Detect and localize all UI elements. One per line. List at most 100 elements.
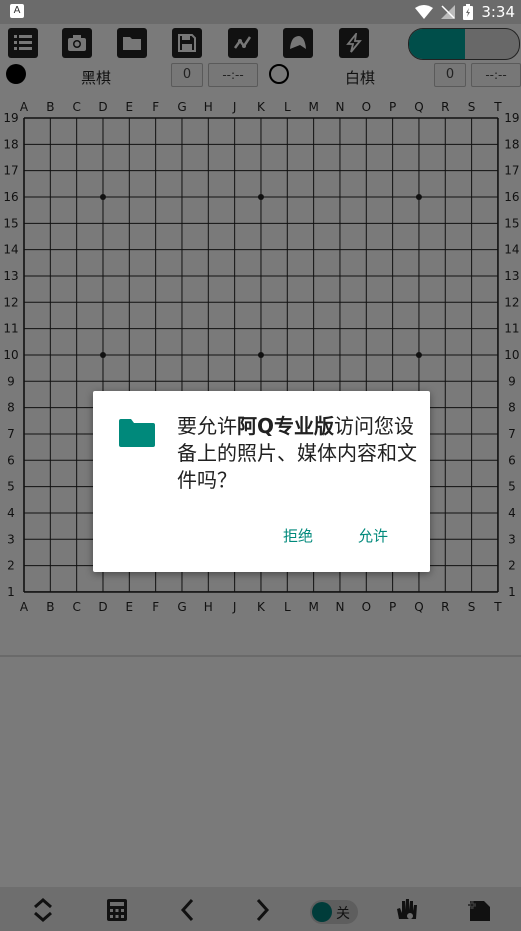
row-label-right: 19 bbox=[504, 111, 519, 125]
row-label-left: 4 bbox=[7, 506, 15, 520]
save-button[interactable] bbox=[172, 28, 202, 58]
mode-toggle[interactable] bbox=[408, 28, 520, 60]
switch-knob bbox=[312, 902, 332, 922]
expand-collapse-icon[interactable] bbox=[30, 897, 56, 923]
star-point bbox=[99, 351, 106, 358]
add-file-icon[interactable] bbox=[466, 897, 492, 923]
black-capture-count: 0 bbox=[171, 63, 203, 87]
star-point bbox=[99, 193, 106, 200]
row-label-right: 14 bbox=[504, 243, 519, 257]
row-label-right: 5 bbox=[508, 480, 516, 494]
column-label-top: E bbox=[126, 100, 134, 114]
permission-dialog: 要允许阿Q专业版访问您设备上的照片、媒体内容和文件吗？ 拒绝 允许 bbox=[93, 391, 430, 572]
row-label-left: 2 bbox=[7, 559, 15, 573]
toggle-fill bbox=[409, 29, 465, 59]
column-label-bottom: L bbox=[284, 600, 291, 614]
row-label-left: 10 bbox=[3, 348, 18, 362]
camera-icon bbox=[68, 35, 86, 51]
white-timer: --:-- bbox=[471, 63, 521, 87]
column-label-bottom: K bbox=[257, 600, 266, 614]
column-label-bottom: F bbox=[152, 600, 159, 614]
previous-icon[interactable] bbox=[175, 897, 201, 923]
row-label-right: 4 bbox=[508, 506, 516, 520]
row-label-left: 3 bbox=[7, 532, 15, 546]
column-label-top: N bbox=[335, 100, 344, 114]
row-label-right: 11 bbox=[504, 322, 519, 336]
on-off-switch[interactable]: 关 bbox=[310, 900, 358, 924]
clock: 3:34 bbox=[481, 3, 515, 21]
quick-button[interactable] bbox=[339, 28, 369, 58]
row-label-right: 18 bbox=[504, 137, 519, 151]
lightning-icon bbox=[346, 33, 362, 53]
save-icon bbox=[178, 34, 196, 52]
column-label-top: S bbox=[468, 100, 476, 114]
divider bbox=[0, 655, 521, 657]
star-point bbox=[257, 351, 264, 358]
row-label-left: 5 bbox=[7, 480, 15, 494]
white-capture-count: 0 bbox=[434, 63, 466, 87]
next-icon[interactable] bbox=[249, 897, 275, 923]
status-bar: A 3:34 bbox=[0, 0, 521, 24]
allow-button[interactable]: 允许 bbox=[358, 525, 388, 546]
app-name: 阿Q专业版 bbox=[237, 414, 335, 438]
row-label-right: 10 bbox=[504, 348, 519, 362]
column-label-top: D bbox=[98, 100, 107, 114]
column-label-bottom: Q bbox=[414, 600, 423, 614]
no-signal-icon bbox=[441, 5, 456, 19]
graph-icon bbox=[233, 36, 252, 49]
column-label-top: B bbox=[46, 100, 54, 114]
column-label-top: K bbox=[257, 100, 266, 114]
column-label-bottom: D bbox=[98, 600, 107, 614]
row-label-left: 9 bbox=[7, 374, 15, 388]
players-row: 黑棋 0 --:-- 白棋 0 --:-- bbox=[0, 62, 521, 88]
bottom-bar bbox=[0, 887, 521, 931]
white-player-label: 白棋 bbox=[345, 69, 376, 87]
camera-button[interactable] bbox=[62, 28, 92, 58]
row-label-right: 9 bbox=[508, 374, 516, 388]
row-label-left: 7 bbox=[7, 427, 15, 441]
white-stone-icon bbox=[269, 64, 289, 84]
column-label-bottom: N bbox=[335, 600, 344, 614]
column-label-bottom: C bbox=[72, 600, 80, 614]
column-label-top: C bbox=[72, 100, 80, 114]
column-label-top: F bbox=[152, 100, 159, 114]
column-label-bottom: H bbox=[204, 600, 213, 614]
row-label-right: 3 bbox=[508, 532, 516, 546]
star-point bbox=[415, 351, 422, 358]
row-label-right: 6 bbox=[508, 453, 516, 467]
list-icon bbox=[14, 35, 32, 50]
column-label-bottom: O bbox=[362, 600, 371, 614]
calculator-icon[interactable] bbox=[104, 897, 130, 923]
row-label-right: 8 bbox=[508, 401, 516, 415]
star-point bbox=[257, 193, 264, 200]
column-label-top: T bbox=[493, 100, 502, 114]
column-label-bottom: B bbox=[46, 600, 54, 614]
row-label-left: 14 bbox=[3, 243, 18, 257]
open-folder-button[interactable] bbox=[117, 28, 147, 58]
column-label-top: R bbox=[441, 100, 449, 114]
list-button[interactable] bbox=[8, 28, 38, 58]
row-label-left: 15 bbox=[3, 216, 18, 230]
column-label-top: H bbox=[204, 100, 213, 114]
column-label-bottom: T bbox=[493, 600, 502, 614]
row-label-left: 18 bbox=[3, 137, 18, 151]
row-label-left: 13 bbox=[3, 269, 18, 283]
column-label-bottom: S bbox=[468, 600, 476, 614]
row-label-left: 11 bbox=[3, 322, 18, 336]
column-label-top: P bbox=[389, 100, 396, 114]
wifi-icon bbox=[415, 5, 434, 19]
pass-hand-icon[interactable] bbox=[393, 897, 419, 923]
graph-button[interactable] bbox=[228, 28, 258, 58]
row-label-right: 17 bbox=[504, 164, 519, 178]
column-label-bottom: E bbox=[126, 600, 134, 614]
deny-button[interactable]: 拒绝 bbox=[283, 525, 313, 546]
column-label-bottom: J bbox=[232, 600, 237, 614]
column-label-top: A bbox=[20, 100, 29, 114]
row-label-right: 13 bbox=[504, 269, 519, 283]
row-label-right: 15 bbox=[504, 216, 519, 230]
row-label-left: 16 bbox=[3, 190, 18, 204]
switch-label: 关 bbox=[336, 906, 350, 922]
permission-message: 要允许阿Q专业版访问您设备上的照片、媒体内容和文件吗？ bbox=[177, 413, 417, 494]
analysis-button[interactable] bbox=[283, 28, 313, 58]
battery-icon bbox=[463, 4, 474, 20]
